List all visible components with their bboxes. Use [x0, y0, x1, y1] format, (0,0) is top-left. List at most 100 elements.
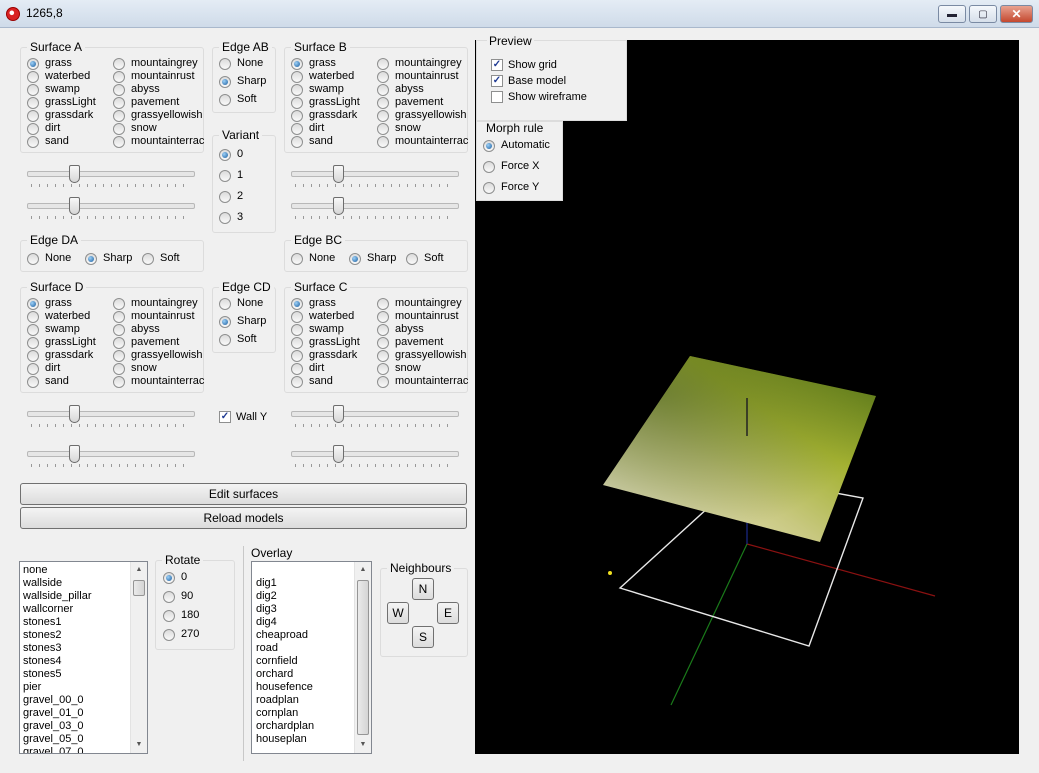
radio-icon[interactable] [291, 122, 303, 135]
show-wireframe-checkbox[interactable]: Show wireframe [491, 91, 587, 103]
radio-icon[interactable] [27, 297, 39, 310]
list-item[interactable]: gravel_00_0 [23, 694, 147, 707]
surface-b-option-grasslight[interactable]: grassLight [291, 96, 360, 109]
surface-d-option-abyss[interactable]: abyss [113, 323, 160, 336]
surface-b-option-grass[interactable]: grass [291, 57, 336, 70]
radio-icon[interactable] [291, 135, 303, 148]
edit-surfaces-button[interactable]: Edit surfaces [20, 483, 467, 505]
radio-icon[interactable] [27, 252, 39, 265]
variant-option-3[interactable]: 3 [219, 211, 243, 224]
edge-ab-soft[interactable]: Soft [219, 93, 257, 106]
radio-icon[interactable] [219, 57, 231, 70]
surface-d-option-dirt[interactable]: dirt [27, 362, 60, 375]
radio-icon[interactable] [113, 362, 125, 375]
surface-d-option-snow[interactable]: snow [113, 362, 157, 375]
close-button[interactable]: ✕ [1000, 5, 1033, 23]
radio-icon[interactable] [291, 375, 303, 388]
checkbox-icon[interactable]: ✓ [491, 75, 503, 87]
edge-da-soft[interactable]: Soft [142, 252, 180, 265]
radio-icon[interactable] [142, 252, 154, 265]
radio-icon[interactable] [377, 323, 389, 336]
scroll-down-icon[interactable]: ▼ [355, 737, 371, 753]
surface-b-option-waterbed[interactable]: waterbed [291, 70, 354, 83]
base-model-checkbox[interactable]: ✓ Base model [491, 75, 566, 87]
radio-icon[interactable] [113, 57, 125, 70]
surface-c-option-grassyellowish[interactable]: grassyellowish [377, 349, 467, 362]
surface-a-option-sand[interactable]: sand [27, 135, 69, 148]
radio-icon[interactable] [219, 93, 231, 106]
radio-icon[interactable] [163, 571, 175, 584]
surface-d-option-sand[interactable]: sand [27, 375, 69, 388]
radio-icon[interactable] [27, 310, 39, 323]
surface-a-option-abyss[interactable]: abyss [113, 83, 160, 96]
radio-icon[interactable] [291, 96, 303, 109]
surface-b-option-mountainterrac[interactable]: mountainterrac [377, 135, 468, 148]
radio-icon[interactable] [377, 83, 389, 96]
surface-a-option-grasslight[interactable]: grassLight [27, 96, 96, 109]
surface-a-option-snow[interactable]: snow [113, 122, 157, 135]
slider-c-bottom[interactable] [291, 445, 459, 467]
edge-ab-none[interactable]: None [219, 57, 263, 70]
surface-d-option-pavement[interactable]: pavement [113, 336, 179, 349]
slider-track[interactable] [27, 203, 195, 209]
surface-b-option-abyss[interactable]: abyss [377, 83, 424, 96]
surface-d-option-waterbed[interactable]: waterbed [27, 310, 90, 323]
surface-c-option-dirt[interactable]: dirt [291, 362, 324, 375]
surface-b-option-snow[interactable]: snow [377, 122, 421, 135]
radio-icon[interactable] [219, 148, 231, 161]
slider-thumb[interactable] [69, 165, 81, 183]
edge-bc-sharp[interactable]: Sharp [349, 252, 396, 265]
list-item[interactable]: stones3 [23, 642, 147, 655]
radio-icon[interactable] [291, 83, 303, 96]
list-item[interactable]: pier [23, 681, 147, 694]
radio-icon[interactable] [219, 333, 231, 346]
radio-icon[interactable] [85, 252, 97, 265]
slider-thumb[interactable] [333, 197, 345, 215]
list-item[interactable]: wallcorner [23, 603, 147, 616]
slider-a-top[interactable] [27, 165, 195, 187]
surface-a-option-grass[interactable]: grass [27, 57, 72, 70]
list-item[interactable]: wallside [23, 577, 147, 590]
radio-icon[interactable] [219, 190, 231, 203]
radio-icon[interactable] [377, 122, 389, 135]
models-listbox[interactable]: none wallside wallside_pillar wallcorner sto… [19, 561, 148, 754]
maximize-button[interactable]: ▢ [969, 5, 997, 23]
surface-c-option-mountainterrac[interactable]: mountainterrac [377, 375, 468, 388]
radio-icon[interactable] [27, 135, 39, 148]
list-item[interactable]: gravel_03_0 [23, 720, 147, 733]
slider-track[interactable] [27, 411, 195, 417]
slider-b-bottom[interactable] [291, 197, 459, 219]
overlay-scrollbar[interactable]: ▲ ▼ [354, 562, 371, 753]
surface-d-option-grass[interactable]: grass [27, 297, 72, 310]
radio-icon[interactable] [291, 310, 303, 323]
radio-icon[interactable] [219, 297, 231, 310]
surface-c-option-grass[interactable]: grass [291, 297, 336, 310]
slider-thumb[interactable] [69, 445, 81, 463]
morph-rule-force-x[interactable]: Force X [483, 160, 540, 173]
morph-rule-force-y[interactable]: Force Y [483, 181, 539, 194]
title-bar[interactable] [0, 0, 1039, 28]
edge-bc-soft[interactable]: Soft [406, 252, 444, 265]
slider-d-bottom[interactable] [27, 445, 195, 467]
edge-da-sharp[interactable]: Sharp [85, 252, 132, 265]
rotate-option-90[interactable]: 90 [163, 590, 193, 603]
edge-da-none[interactable]: None [27, 252, 71, 265]
radio-icon[interactable] [27, 57, 39, 70]
surface-b-option-grassyellowish[interactable]: grassyellowish [377, 109, 467, 122]
radio-icon[interactable] [377, 336, 389, 349]
list-item[interactable]: wallside_pillar [23, 590, 147, 603]
slider-track[interactable] [291, 203, 459, 209]
radio-icon[interactable] [377, 297, 389, 310]
radio-icon[interactable] [113, 336, 125, 349]
surface-d-option-grasslight[interactable]: grassLight [27, 336, 96, 349]
neighbour-north-button[interactable]: N [412, 578, 434, 600]
edge-cd-soft[interactable]: Soft [219, 333, 257, 346]
rotate-option-180[interactable]: 180 [163, 609, 199, 622]
rotate-option-270[interactable]: 270 [163, 628, 199, 641]
slider-b-top[interactable] [291, 165, 459, 187]
radio-icon[interactable] [27, 83, 39, 96]
list-item[interactable]: none [23, 564, 147, 577]
slider-thumb[interactable] [69, 405, 81, 423]
surface-a-option-mountaingrey[interactable]: mountaingrey [113, 57, 198, 70]
surface-a-option-waterbed[interactable]: waterbed [27, 70, 90, 83]
